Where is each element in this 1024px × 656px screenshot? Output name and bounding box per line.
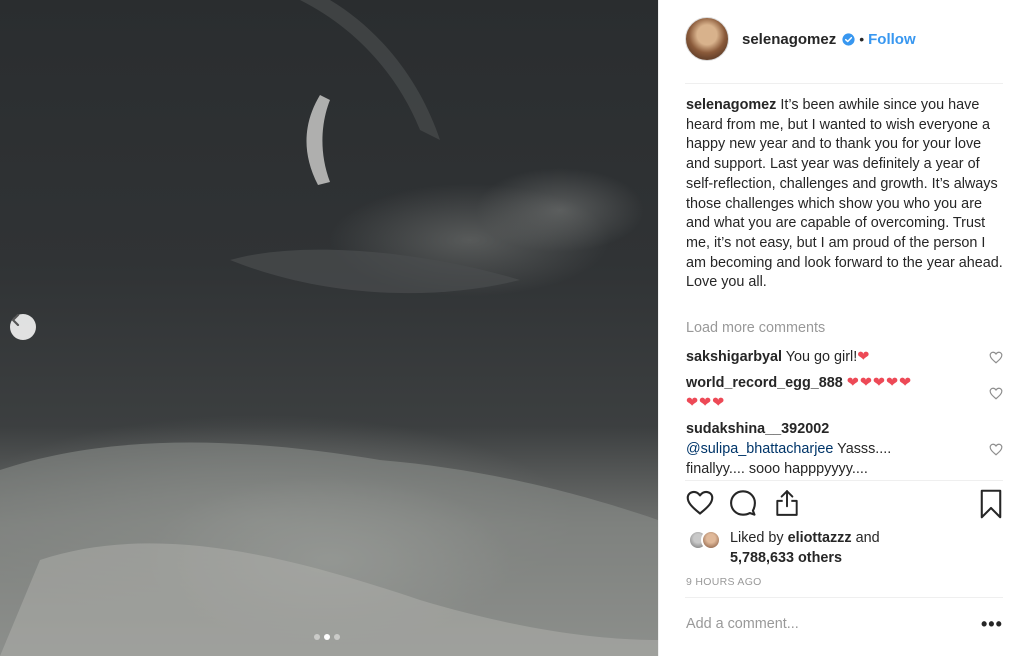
comment-text: Yasss.... bbox=[837, 441, 892, 457]
more-options-button[interactable]: ••• bbox=[981, 615, 1003, 633]
carousel-dot-active bbox=[324, 634, 330, 640]
heart-emoji: ❤❤❤ bbox=[686, 395, 726, 411]
comment: sudakshina__392002 @sulipa_bhattacharjee… bbox=[686, 419, 976, 479]
carousel-indicator bbox=[314, 634, 340, 640]
photo-shapes bbox=[0, 0, 658, 656]
post-side-panel: selenagomez • Follow selenagomez It’s be… bbox=[658, 0, 1024, 656]
caption-username[interactable]: selenagomez bbox=[686, 97, 776, 113]
carousel-dot bbox=[314, 634, 320, 640]
comment: sakshigarbyal You go girl!❤ bbox=[686, 347, 976, 367]
likes-summary: Liked by eliottazzz and 5,788,633 others bbox=[730, 528, 880, 568]
divider bbox=[685, 597, 1003, 598]
divider bbox=[685, 480, 1003, 481]
carousel-prev-button[interactable] bbox=[10, 314, 36, 340]
divider bbox=[685, 83, 1003, 84]
header-username[interactable]: selenagomez bbox=[742, 31, 836, 48]
verified-badge-icon bbox=[842, 32, 855, 46]
avatar[interactable] bbox=[685, 17, 729, 61]
liked-by-user[interactable]: eliottazzz bbox=[788, 530, 852, 546]
heart-emoji: ❤ bbox=[857, 349, 871, 365]
comment: world_record_egg_888 ❤❤❤❤❤ ❤❤❤ bbox=[686, 373, 976, 413]
bookmark-icon[interactable] bbox=[979, 489, 1003, 519]
liked-by-prefix: Liked by bbox=[730, 530, 784, 546]
heart-emoji: ❤❤❤❤❤ bbox=[846, 375, 913, 391]
carousel-dot bbox=[334, 634, 340, 640]
comment-mention[interactable]: @sulipa_bhattacharjee bbox=[686, 441, 833, 457]
comment-text: finallyy.... sooo happpyyyy.... bbox=[686, 461, 868, 477]
chevron-left-icon bbox=[11, 314, 20, 326]
avatar bbox=[701, 530, 721, 550]
add-comment-input[interactable] bbox=[686, 616, 956, 632]
likes-count[interactable]: 5,788,633 others bbox=[730, 550, 842, 566]
comment-icon[interactable] bbox=[729, 489, 757, 517]
heart-icon[interactable] bbox=[686, 489, 714, 517]
comment-like-heart-icon[interactable] bbox=[989, 387, 1003, 400]
post-header: selenagomez • Follow bbox=[685, 17, 916, 61]
post-photo[interactable] bbox=[0, 0, 658, 656]
post-timestamp[interactable]: 9 HOURS AGO bbox=[686, 576, 762, 588]
caption-text: It’s been awhile since you have heard fr… bbox=[686, 97, 1003, 291]
comment-like-heart-icon[interactable] bbox=[989, 351, 1003, 364]
liker-avatars bbox=[688, 528, 724, 552]
post-caption: selenagomez It’s been awhile since you h… bbox=[686, 96, 1006, 293]
liked-by-and: and bbox=[855, 530, 880, 546]
load-more-comments-button[interactable]: Load more comments bbox=[686, 320, 825, 336]
follow-button[interactable]: Follow bbox=[868, 31, 916, 48]
comment-username[interactable]: sakshigarbyal bbox=[686, 349, 782, 365]
comment-username[interactable]: world_record_egg_888 bbox=[686, 375, 843, 391]
comment-username[interactable]: sudakshina__392002 bbox=[686, 421, 829, 437]
header-separator: • bbox=[859, 31, 865, 47]
comment-text: You go girl! bbox=[785, 349, 858, 365]
share-icon[interactable] bbox=[774, 489, 800, 517]
action-bar bbox=[686, 489, 1004, 519]
liked-by: Liked by eliottazzz and 5,788,633 others bbox=[688, 528, 880, 568]
comment-like-heart-icon[interactable] bbox=[989, 443, 1003, 456]
